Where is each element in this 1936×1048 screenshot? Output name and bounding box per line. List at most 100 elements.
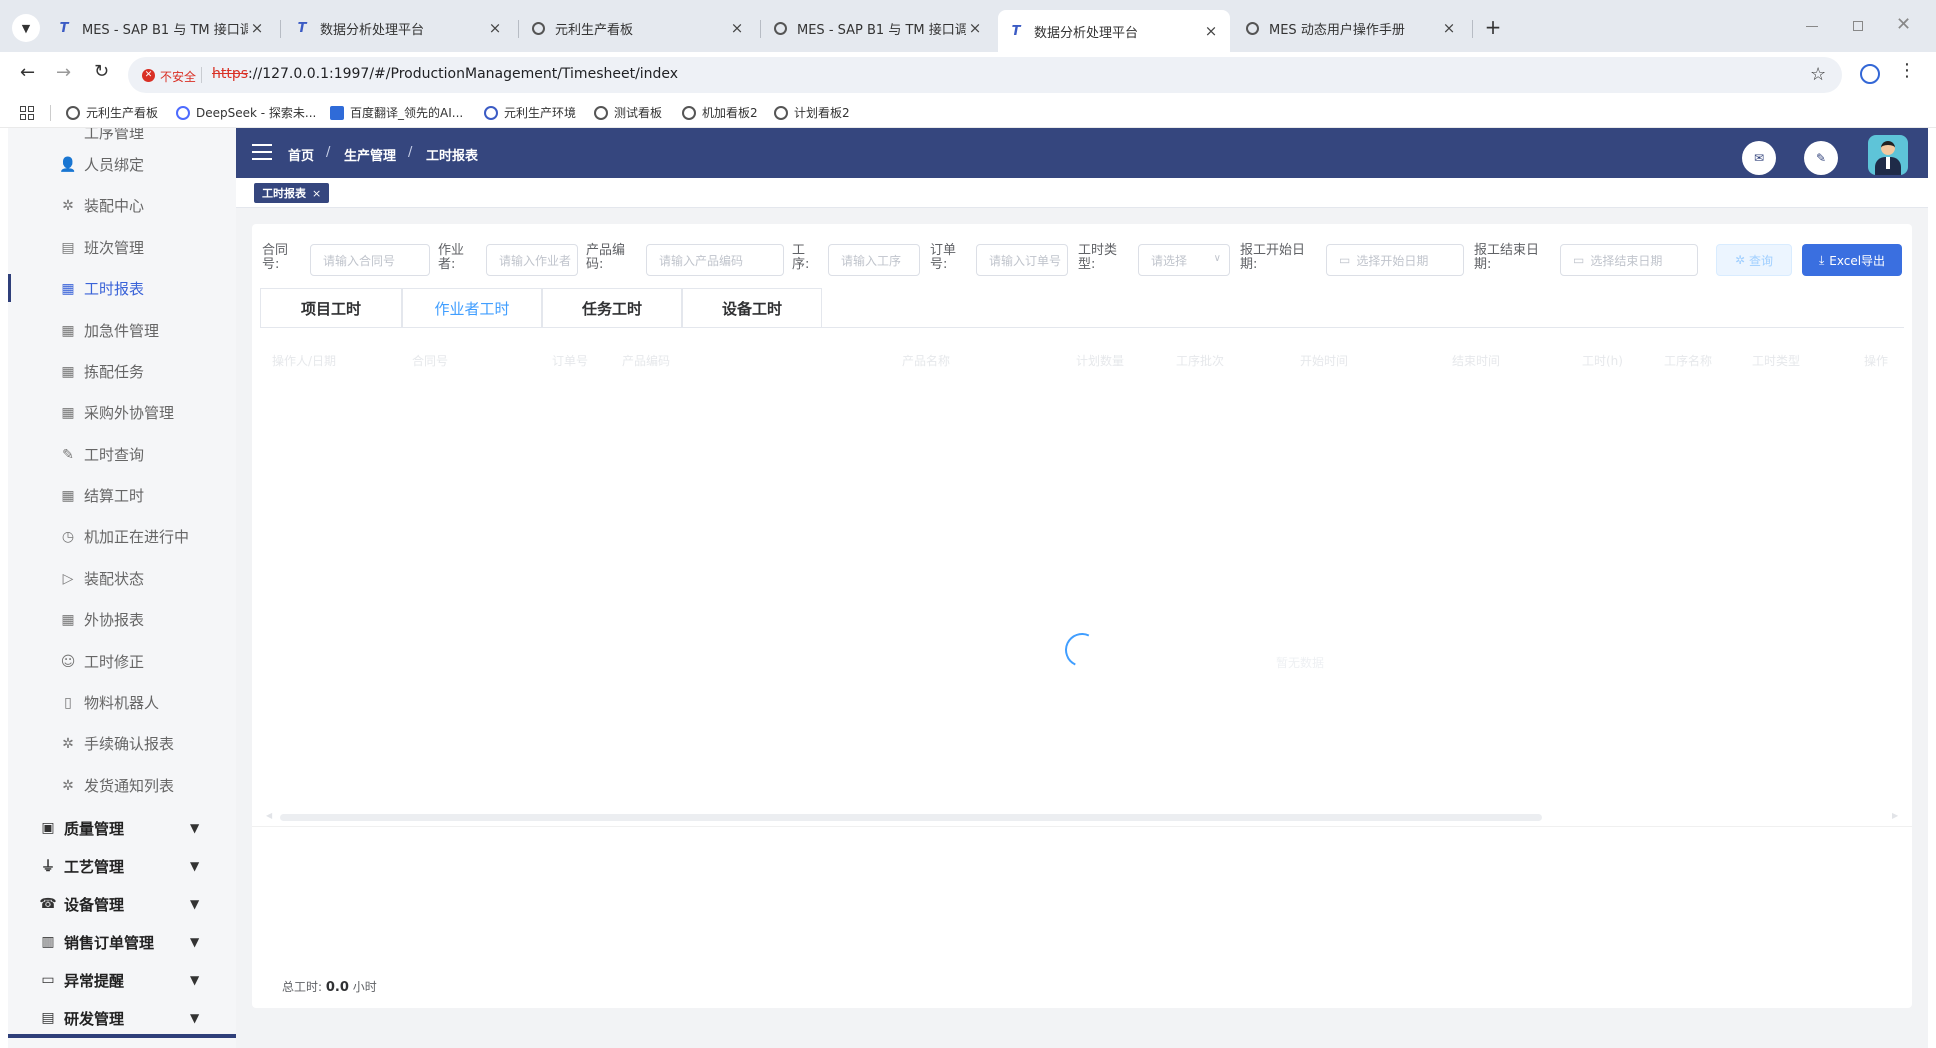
sidebar-item-shift[interactable]: ▤ 班次管理 — [8, 227, 236, 268]
sidebar-item-urgent[interactable]: ▦ 加急件管理 — [8, 310, 236, 351]
query-button[interactable]: ✲ 查询 — [1716, 244, 1792, 276]
column-header[interactable]: 开始时间 — [1300, 352, 1348, 369]
tab-list-dropdown-button[interactable]: ▼ — [12, 14, 40, 42]
browser-tab-active[interactable]: T 数据分析处理平台 × — [998, 10, 1230, 52]
column-header[interactable]: 工时(h) — [1582, 352, 1623, 369]
tag-close-icon[interactable]: × — [312, 187, 321, 200]
back-icon[interactable]: ← — [20, 62, 35, 83]
reload-icon[interactable]: ↻ — [94, 61, 109, 82]
bookmark-item[interactable]: 百度翻译_领先的AI... — [330, 104, 463, 121]
column-header[interactable]: 产品名称 — [902, 352, 950, 369]
start-date-picker[interactable]: ▭ 选择开始日期 — [1326, 244, 1464, 276]
close-icon[interactable]: × — [966, 19, 984, 37]
bookmark-item[interactable]: 测试看板 — [594, 104, 662, 121]
operator-input[interactable]: 请输入作业者 — [486, 244, 578, 276]
globe-icon — [594, 105, 608, 120]
sidebar-group-device[interactable]: ☎ 设备管理 ▼ — [8, 885, 236, 923]
process-input[interactable]: 请输入工序 — [828, 244, 920, 276]
tag-timesheet-report[interactable]: 工时报表 × — [254, 183, 330, 203]
security-label[interactable]: 不安全 — [160, 68, 196, 85]
column-header[interactable]: 工序批次 — [1176, 352, 1224, 369]
sidebar: 工序管理 👤 人员绑定 ✲ 装配中心 ▤ 班次管理 ▦ 工时报表 ▦ 加急件管理 ▦ 拣配任… — [8, 128, 236, 1048]
column-header[interactable]: 产品编码 — [622, 352, 670, 369]
sidebar-group-rd[interactable]: ▤ 研发管理 ▼ — [8, 999, 236, 1037]
end-date-picker[interactable]: ▭ 选择结束日期 — [1560, 244, 1698, 276]
hamburger-icon[interactable] — [252, 144, 272, 160]
column-header[interactable]: 订单号 — [552, 352, 588, 369]
browser-tab[interactable]: MES - SAP B1 与 TM 接口调用 × — [764, 12, 994, 44]
column-header[interactable]: 工序名称 — [1664, 352, 1712, 369]
sidebar-group-quality[interactable]: ▣ 质量管理 ▼ — [8, 809, 236, 847]
column-header[interactable]: 合同号 — [412, 352, 448, 369]
breadcrumb-production[interactable]: 生产管理 — [344, 145, 396, 164]
product-code-input[interactable]: 请输入产品编码 — [646, 244, 784, 276]
browser-tab[interactable]: T MES - SAP B1 与 TM 接口调用 × — [46, 12, 276, 44]
tab-device-hours[interactable]: 设备工时 — [682, 288, 822, 328]
bookmark-item[interactable]: 元利生产环境 — [484, 104, 576, 121]
profile-icon[interactable] — [1860, 64, 1880, 84]
sidebar-item-machining[interactable]: ◷ 机加正在进行中 — [8, 516, 236, 557]
column-header[interactable]: 操作 — [1864, 352, 1888, 369]
sidebar-item-assembly-status[interactable]: ▷ 装配状态 — [8, 558, 236, 599]
horizontal-scrollbar[interactable] — [280, 814, 1542, 821]
minimize-icon[interactable] — [1806, 26, 1818, 27]
sidebar-item-material-robot[interactable]: ▯ 物料机器人 — [8, 682, 236, 723]
total-hours-label: 总工时: — [282, 980, 323, 994]
sidebar-item-label: 物料机器人 — [84, 694, 160, 712]
sidebar-item-outsourcing[interactable]: ▦ 采购外协管理 — [8, 392, 236, 433]
column-header[interactable]: 操作人/日期 — [272, 352, 336, 369]
column-header[interactable]: 结束时间 — [1452, 352, 1500, 369]
more-menu-icon[interactable]: ⋮ — [1898, 60, 1916, 81]
apps-grid-icon[interactable] — [20, 106, 34, 120]
breadcrumb-home[interactable]: 首页 — [288, 145, 314, 164]
scroll-right-icon[interactable]: ▶ — [1892, 811, 1898, 820]
globe-icon — [774, 21, 787, 35]
tab-operator-hours[interactable]: 作业者工时 — [402, 288, 542, 328]
tab-project-hours[interactable]: 项目工时 — [260, 288, 402, 328]
close-icon[interactable]: × — [728, 19, 746, 37]
sidebar-group-alerts[interactable]: ▭ 异常提醒 ▼ — [8, 961, 236, 999]
avatar[interactable] — [1868, 135, 1908, 175]
sidebar-item-user-binding[interactable]: 👤 人员绑定 — [8, 144, 236, 185]
sidebar-item-hour-query[interactable]: ✎ 工时查询 — [8, 434, 236, 475]
sidebar-item-label: 加急件管理 — [84, 322, 160, 340]
hour-type-select[interactable]: 请选择 ∨ — [1138, 244, 1230, 276]
browser-tab[interactable]: T 数据分析处理平台 × — [284, 12, 514, 44]
bookmark-star-icon[interactable]: ☆ — [1810, 64, 1826, 85]
forward-icon[interactable]: → — [56, 62, 71, 83]
column-header[interactable]: 计划数量 — [1076, 352, 1124, 369]
sidebar-item-hour-fix[interactable]: ☺ 工时修正 — [8, 641, 236, 682]
sidebar-item-settlement[interactable]: ▦ 结算工时 — [8, 475, 236, 516]
close-icon[interactable]: × — [248, 19, 266, 37]
tab-task-hours[interactable]: 任务工时 — [542, 288, 682, 328]
bookmark-item[interactable]: 计划看板2 — [774, 104, 850, 121]
window-close-icon[interactable]: ✕ — [1896, 14, 1911, 35]
sidebar-item-delivery[interactable]: ✲ 发货通知列表 — [8, 765, 236, 806]
column-header[interactable]: 工时类型 — [1752, 352, 1800, 369]
bookmark-item[interactable]: 机加看板2 — [682, 104, 758, 121]
restore-icon[interactable] — [1853, 21, 1863, 31]
order-input[interactable]: 请输入订单号 — [976, 244, 1068, 276]
browser-tab[interactable]: MES 动态用户操作手册 × — [1236, 12, 1468, 44]
close-icon[interactable]: × — [486, 19, 504, 37]
close-icon[interactable]: × — [1440, 19, 1458, 37]
sidebar-group-label: 质量管理 — [64, 819, 125, 838]
scroll-left-icon[interactable]: ◀ — [266, 811, 272, 820]
sidebar-group-sales-order[interactable]: ▥ 销售订单管理 ▼ — [8, 923, 236, 961]
url-field[interactable]: ✕ 不安全 https://127.0.0.1:1997/#/Productio… — [128, 57, 1842, 93]
contract-input[interactable]: 请输入合同号 — [310, 244, 430, 276]
sidebar-group-process[interactable]: ⏚ 工艺管理 ▼ — [8, 847, 236, 885]
sidebar-item-outsource-report[interactable]: ▦ 外协报表 — [8, 599, 236, 640]
message-button[interactable]: ✉ — [1742, 141, 1776, 175]
close-icon[interactable]: × — [1202, 22, 1220, 40]
excel-export-button[interactable]: ⤓ Excel导出 — [1802, 244, 1902, 276]
bookmark-item[interactable]: DeepSeek - 探索未... — [176, 104, 316, 121]
sidebar-item-picking[interactable]: ▦ 拣配任务 — [8, 351, 236, 392]
sidebar-item-assembly-center[interactable]: ✲ 装配中心 — [8, 185, 236, 226]
edit-button[interactable]: ✎ — [1804, 141, 1838, 175]
sidebar-item-confirm-report[interactable]: ✲ 手续确认报表 — [8, 723, 236, 764]
sidebar-item-timesheet-report[interactable]: ▦ 工时报表 — [8, 268, 236, 309]
new-tab-button[interactable]: + — [1480, 14, 1506, 40]
bookmark-item[interactable]: 元利生产看板 — [66, 104, 158, 121]
browser-tab[interactable]: 元利生产看板 × — [522, 12, 756, 44]
